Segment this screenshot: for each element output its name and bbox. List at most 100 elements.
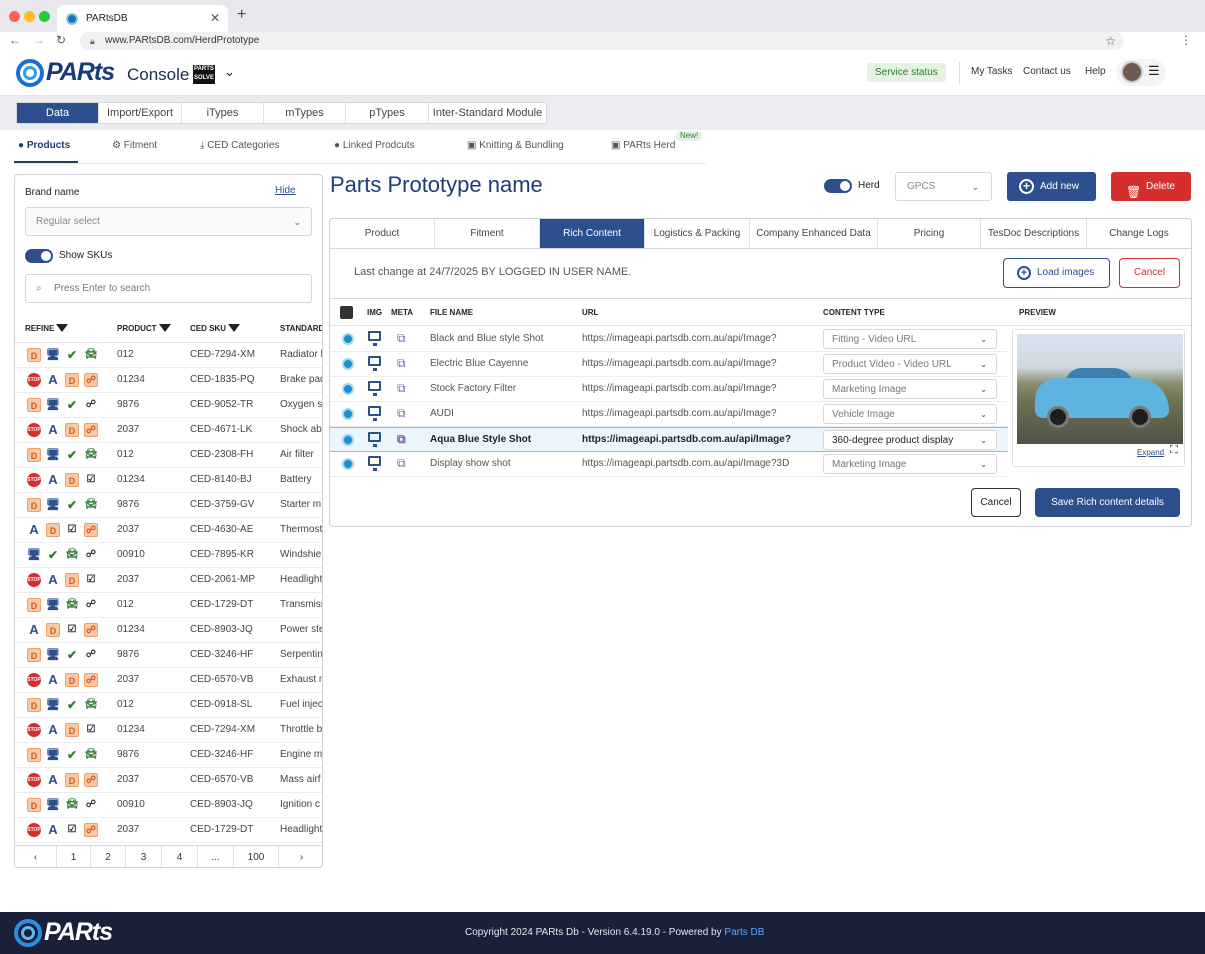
save-rich-content-button[interactable]: Save Rich content details xyxy=(1035,488,1180,517)
d-badge-icon[interactable]: D xyxy=(65,573,79,587)
monitor-icon[interactable]: 🖥︎ xyxy=(46,348,60,362)
tab-tesdoc-descriptions[interactable]: TesDoc Descriptions xyxy=(981,219,1087,248)
gpcs-select[interactable]: GPCS ⌄ xyxy=(895,172,992,201)
a-letter-icon[interactable]: A xyxy=(46,473,60,487)
content-type-select[interactable]: Product Video - Video URL ⌄ xyxy=(823,354,997,374)
a-letter-icon[interactable]: A xyxy=(46,773,60,787)
herd-toggle[interactable] xyxy=(824,179,852,193)
contact-us-link[interactable]: Contact us xyxy=(1023,66,1071,77)
stop-sign-icon[interactable]: STOP xyxy=(27,723,41,737)
delete-button[interactable]: 🗑︎ Delete xyxy=(1111,172,1191,201)
monitor-icon[interactable] xyxy=(368,406,381,421)
d-badge-icon[interactable]: D xyxy=(27,398,41,412)
table-row[interactable]: D 🖥︎ 🚘︎ ☍ 012 CED-1729-DT Transmiss xyxy=(15,593,322,618)
filter-icon[interactable] xyxy=(56,324,69,332)
content-type-select[interactable]: Marketing Image ⌄ xyxy=(823,379,997,399)
network-orange-icon[interactable]: ☍ xyxy=(84,373,98,387)
add-new-button[interactable]: + Add new xyxy=(1007,172,1096,201)
browser-tab[interactable]: PARtsDB ✕ xyxy=(57,5,228,32)
a-letter-icon[interactable]: A xyxy=(46,673,60,687)
content-type-select[interactable]: Vehicle Image ⌄ xyxy=(823,404,997,424)
url-field[interactable]: 🔒︎ www.PARtsDB.com/HerdPrototype ☆ xyxy=(80,32,1124,50)
back-icon[interactable]: ← xyxy=(9,33,21,47)
check-icon[interactable]: ✔ xyxy=(65,398,79,412)
table-row[interactable]: D 🖥︎ ✔ ☍ 9876 CED-9052-TR Oxygen se xyxy=(15,393,322,418)
table-row[interactable]: STOP A ☑ ☍ 2037 CED-1729-DT Headlight xyxy=(15,818,322,843)
radio-button[interactable] xyxy=(342,408,354,420)
table-row[interactable]: STOP A D ☑ 01234 CED-8140-BJ Battery xyxy=(15,468,322,493)
table-row[interactable]: D 🖥︎ ✔ ☍ 9876 CED-3246-HF Serpentin xyxy=(15,643,322,668)
parts-db-link[interactable]: Parts DB xyxy=(724,927,764,938)
car-icon[interactable]: 🚘︎ xyxy=(65,598,79,612)
check-icon[interactable]: ✔ xyxy=(65,348,79,362)
stop-sign-icon[interactable]: STOP xyxy=(27,473,41,487)
top-nav-import-export[interactable]: Import/Export xyxy=(99,103,182,123)
forward-icon[interactable]: → xyxy=(33,33,45,47)
network-orange-icon[interactable]: ☍ xyxy=(84,773,98,787)
console-dropdown-chevron-icon[interactable]: ⌄ xyxy=(224,64,235,80)
monitor-icon[interactable] xyxy=(368,381,381,396)
load-images-button[interactable]: + Load images xyxy=(1003,258,1110,288)
search-input[interactable]: ⌕ Press Enter to search xyxy=(25,274,312,303)
d-badge-icon[interactable]: D xyxy=(65,723,79,737)
stop-sign-icon[interactable]: STOP xyxy=(27,573,41,587)
sheet-check-icon[interactable]: ☑ xyxy=(84,473,98,487)
standard-header[interactable]: STANDARD xyxy=(280,324,322,333)
network-orange-icon[interactable]: ☍ xyxy=(84,623,98,637)
d-badge-icon[interactable]: D xyxy=(27,448,41,462)
monitor-icon[interactable]: 🖥︎ xyxy=(46,798,60,812)
ced-sku-header[interactable]: CED SKU xyxy=(190,324,241,333)
refine-header[interactable]: REFINE xyxy=(25,324,69,333)
stop-sign-icon[interactable]: STOP xyxy=(27,423,41,437)
tab-fitment-detail[interactable]: Fitment xyxy=(435,219,540,248)
tab-linked-products[interactable]: ● Linked Prodcuts xyxy=(334,140,415,151)
cancel-button[interactable]: Cancel xyxy=(1119,258,1180,288)
rich-content-row[interactable]: ⧉ Black and Blue style Shot https://imagea… xyxy=(330,327,1008,352)
avatar[interactable] xyxy=(1121,61,1143,83)
reload-icon[interactable]: ↻ xyxy=(56,33,66,47)
car-icon[interactable]: 🚘︎ xyxy=(65,548,79,562)
table-row[interactable]: D 🖥︎ ✔ 🚘︎ 012 CED-7294-XM Radiator h xyxy=(15,343,322,368)
check-icon[interactable]: ✔ xyxy=(65,448,79,462)
parts-logo[interactable]: PARts xyxy=(16,58,115,87)
meta-icon[interactable]: ⧉ xyxy=(397,381,406,396)
a-letter-icon[interactable]: A xyxy=(27,523,41,537)
tab-ced-categories[interactable]: ⤓ CED Categories xyxy=(200,140,279,151)
rich-content-row[interactable]: ⧉ Display show shot https://imageapi.parts… xyxy=(330,452,1008,477)
radio-button[interactable] xyxy=(342,383,354,395)
network-orange-icon[interactable]: ☍ xyxy=(84,823,98,837)
d-badge-icon[interactable]: D xyxy=(46,523,60,537)
monitor-icon[interactable]: 🖥︎ xyxy=(46,398,60,412)
table-row[interactable]: D 🖥︎ ✔ 🚘︎ 9876 CED-3246-HF Engine m xyxy=(15,743,322,768)
rich-content-row[interactable]: ⧉ Aqua Blue Style Shot https://imageapi.pa… xyxy=(330,427,1008,452)
table-row[interactable]: D 🖥︎ 🚘︎ ☍ 00910 CED-8903-JQ Ignition c xyxy=(15,793,322,818)
show-skus-toggle[interactable] xyxy=(25,249,53,263)
url-cell[interactable]: https://imageapi.partsdb.com.au/api/Imag… xyxy=(582,458,807,472)
url-cell[interactable]: https://imageapi.partsdb.com.au/api/Imag… xyxy=(582,333,807,347)
monitor-icon[interactable]: 🖥︎ xyxy=(46,698,60,712)
monitor-icon[interactable]: 🖥︎ xyxy=(46,598,60,612)
d-badge-icon[interactable]: D xyxy=(27,698,41,712)
rich-content-row[interactable]: ⧉ AUDI https://imageapi.partsdb.com.au/api… xyxy=(330,402,1008,427)
a-letter-icon[interactable]: A xyxy=(46,573,60,587)
tab-logistics-packing[interactable]: Logistics & Packing xyxy=(645,219,750,248)
next-page-button[interactable]: › xyxy=(279,846,322,867)
footer-logo[interactable]: PARts xyxy=(14,918,113,947)
monitor-icon[interactable]: 🖥︎ xyxy=(46,498,60,512)
meta-icon[interactable]: ⧉ xyxy=(397,331,406,346)
url-cell[interactable]: https://imageapi.partsdb.com.au/api/Imag… xyxy=(582,434,807,448)
monitor-icon[interactable]: 🖥︎ xyxy=(46,648,60,662)
table-row[interactable]: STOP A D ☍ 2037 CED-4671-LK Shock abs xyxy=(15,418,322,443)
tab-rich-content[interactable]: Rich Content xyxy=(540,219,645,248)
tab-products[interactable]: ● Products xyxy=(18,140,70,151)
sheet-check-icon[interactable]: ☑ xyxy=(84,573,98,587)
d-badge-icon[interactable]: D xyxy=(27,748,41,762)
radio-button[interactable] xyxy=(342,434,354,446)
a-letter-icon[interactable]: A xyxy=(46,823,60,837)
page-4[interactable]: 4 xyxy=(162,846,198,867)
table-row[interactable]: STOP A D ☍ 2037 CED-6570-VB Exhaust m xyxy=(15,668,322,693)
table-row[interactable]: D 🖥︎ ✔ 🚘︎ 012 CED-2308-FH Air filter xyxy=(15,443,322,468)
sheet-check-icon[interactable]: ☑ xyxy=(65,523,79,537)
close-tab-icon[interactable]: ✕ xyxy=(210,11,220,25)
car-icon[interactable]: 🚘︎ xyxy=(84,698,98,712)
